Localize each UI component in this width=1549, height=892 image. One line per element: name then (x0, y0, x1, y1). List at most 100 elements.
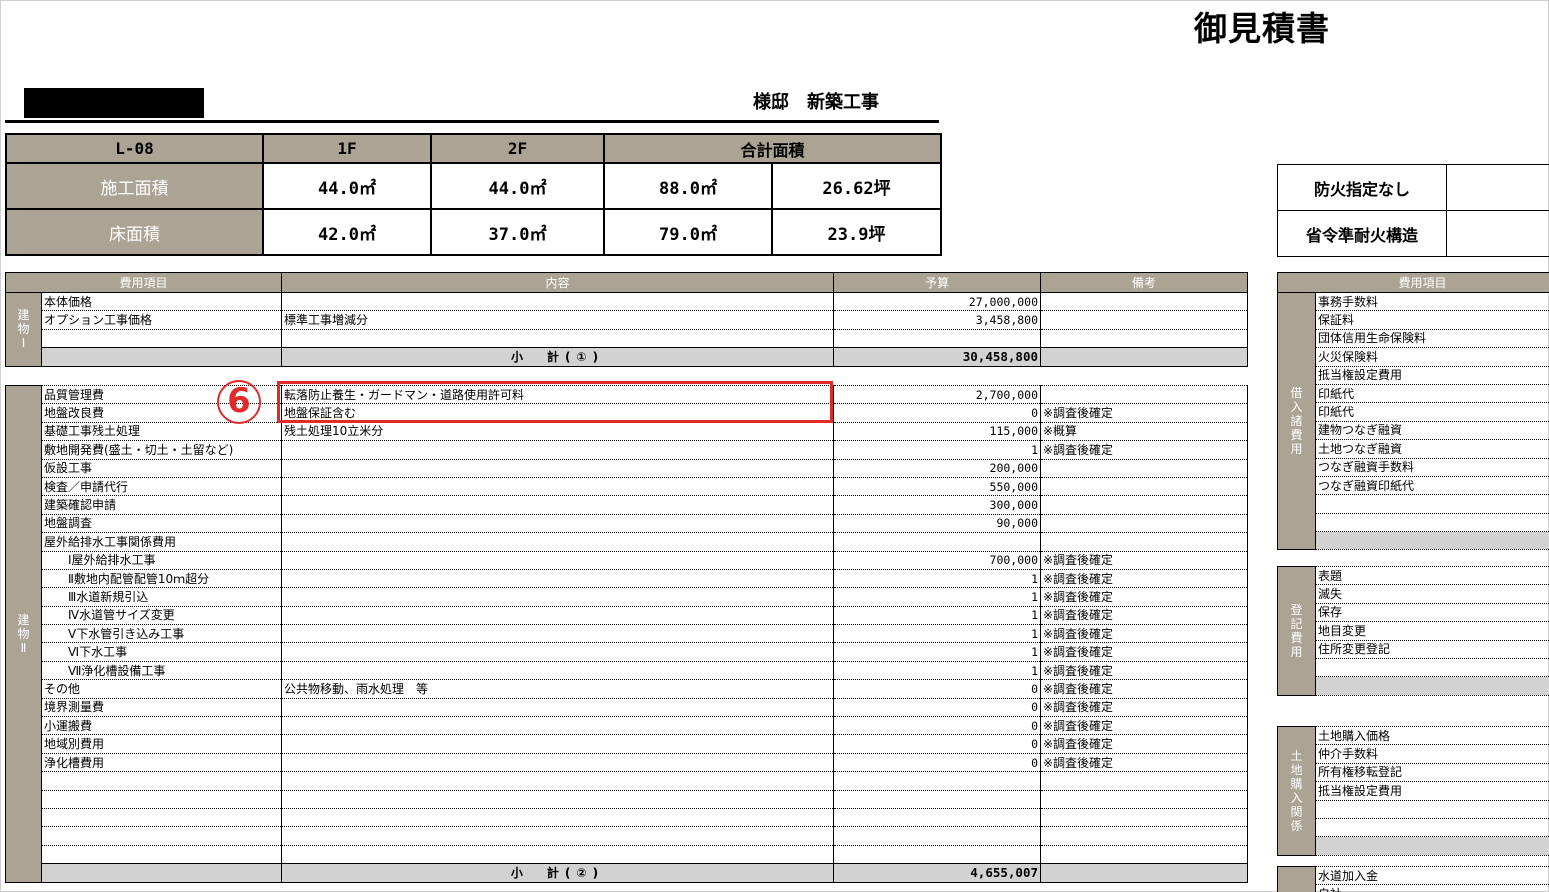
table-row: 地域別費用 0 ※調査後確定 (6, 734, 1248, 754)
cost-budget: 0 (833, 403, 1041, 423)
loan-side-label-text: 借入諸費用 (1290, 386, 1303, 457)
right-cost-item: 滅失 (1315, 584, 1549, 604)
list-item: 地目変更 (1278, 621, 1549, 641)
cost-content (281, 734, 834, 754)
cost-note: ※調査後確定 (1040, 642, 1248, 662)
value-total-m2: 88.0㎡ (603, 162, 773, 210)
cost-budget: 1 (833, 440, 1041, 460)
cost-content (281, 568, 834, 589)
list-item: 火災保険料 (1278, 347, 1549, 367)
cost-note: ※調査後確定 (1040, 697, 1248, 718)
cost-note (1040, 807, 1248, 828)
right-cost-item (1314, 512, 1549, 533)
list-item: 抵当権設定費用 (1278, 365, 1549, 385)
table-row: Ⅱ敷地内配管配管10ｍ超分 1 ※調査後確定 (6, 568, 1248, 589)
table-row: オプション工事価格 標準工事増減分 3,458,800 (6, 310, 1249, 330)
cost-content (281, 716, 834, 736)
right-cost-item: 抵当権設定費用 (1315, 781, 1549, 801)
right-cost-item: 抵当権設定費用 (1314, 365, 1549, 385)
cost-note (1040, 291, 1249, 312)
table-row: 検査／申請代行 550,000 (6, 476, 1248, 497)
cost-content (281, 291, 835, 312)
list-item: 抵当権設定費用 (1278, 781, 1549, 801)
header-item: 費用項目 (4, 272, 283, 293)
cost-item: 小運搬費 (41, 716, 282, 736)
fire-spec-table: 防火指定なし 省令準耐火構造 (1277, 164, 1549, 257)
cost-note: ※調査後確定 (1040, 752, 1248, 773)
table-row: Ⅰ屋外給排水工事 700,000 ※調査後確定 (6, 550, 1248, 570)
value-total-m2: 79.0㎡ (603, 208, 773, 256)
cost-budget: 0 (833, 734, 1041, 754)
right-cost-item (1315, 676, 1549, 696)
cost-content (281, 476, 834, 497)
cost-note: ※調査後確定 (1040, 734, 1248, 754)
cost-item: Ⅱ敷地内配管配管10ｍ超分 (41, 568, 282, 589)
table-row: 基礎工事残土処理 残土処理10立米分 115,000 ※概算 (6, 421, 1248, 442)
cost-budget: 550,000 (833, 476, 1041, 497)
cost-budget: 300,000 (833, 495, 1041, 515)
cost-content (281, 624, 834, 644)
right-cost-item (1315, 657, 1549, 678)
cost-note (1040, 384, 1248, 405)
list-item: 団体信用生命保険料 (1278, 328, 1549, 349)
cost-item: Ⅰ屋外給排水工事 (41, 550, 282, 570)
list-item (1278, 817, 1549, 838)
list-item (1278, 657, 1549, 678)
value-1f: 42.0㎡ (262, 208, 432, 256)
cost-budget: 0 (833, 679, 1041, 699)
table-row: 境界測量費 0 ※調査後確定 (6, 697, 1248, 718)
annotation-highlight-box (277, 381, 833, 423)
cost-content (281, 550, 834, 570)
cost-note (1040, 495, 1248, 515)
right-cost-item (1315, 836, 1549, 856)
cost-budget: 0 (833, 697, 1041, 718)
cost-item: その他 (41, 679, 282, 699)
cost-budget: 3,458,800 (833, 310, 1042, 330)
list-item (1278, 836, 1549, 856)
list-item: 保証料 (1278, 310, 1549, 330)
cost-budget: 1 (833, 587, 1041, 607)
cost-note (1040, 476, 1248, 497)
right-cost-item: 住所変更登記 (1315, 639, 1549, 659)
value-2f: 44.0㎡ (430, 162, 605, 210)
land-side-label-text: 土地購入関係 (1290, 748, 1303, 833)
cost-item: Ⅲ水道新規引込 (41, 587, 282, 607)
cost-note (1040, 513, 1248, 534)
right-cost-item: 土地つなぎ融資 (1314, 439, 1549, 459)
right-cost-item (1315, 817, 1549, 838)
cost-content (281, 789, 834, 809)
cost-note (1040, 771, 1248, 791)
table-row: 敷地開発費(盛土・切土・土留など) 1 ※調査後確定 (6, 440, 1248, 460)
cost-content (281, 328, 835, 349)
table-row (6, 826, 1248, 846)
list-item: 仲介手数料 (1278, 744, 1549, 764)
cost-note (1040, 789, 1248, 809)
cost-note: ※概算 (1040, 421, 1248, 442)
cost-item (41, 826, 282, 846)
fire-designation-value (1446, 164, 1549, 211)
cost-item: Ⅵ下水工事 (41, 642, 282, 662)
cost-item: 地盤調査 (41, 513, 282, 534)
right-cost-item: 水道加入金 (1315, 865, 1549, 886)
cost-note: ※調査後確定 (1040, 605, 1248, 626)
cost-note (1040, 826, 1248, 846)
table-row (6, 771, 1248, 791)
loan-side-label: 借入諸費用 (1277, 291, 1316, 551)
cost-budget (833, 771, 1041, 791)
value-2f: 37.0㎡ (430, 208, 605, 256)
cost-note: ※調査後確定 (1040, 403, 1248, 423)
cost-content (281, 642, 834, 662)
cost-note (1040, 844, 1248, 865)
cost-item: 建築確認申請 (41, 495, 282, 515)
right-cost-item: 保存 (1315, 602, 1549, 623)
cost-note (1040, 532, 1248, 552)
right-cost-item: 地目変更 (1315, 621, 1549, 641)
col-2f: 2F (430, 133, 605, 164)
land-side-label: 土地購入関係 (1277, 726, 1316, 856)
cost-content (281, 587, 834, 607)
registration-side-label-text: 登記費用 (1290, 602, 1303, 659)
list-item: 住所変更登記 (1278, 639, 1549, 659)
cost-budget: 0 (833, 716, 1041, 736)
right-cost-item: 火災保険料 (1314, 347, 1549, 367)
redacted-name-block (24, 88, 204, 118)
